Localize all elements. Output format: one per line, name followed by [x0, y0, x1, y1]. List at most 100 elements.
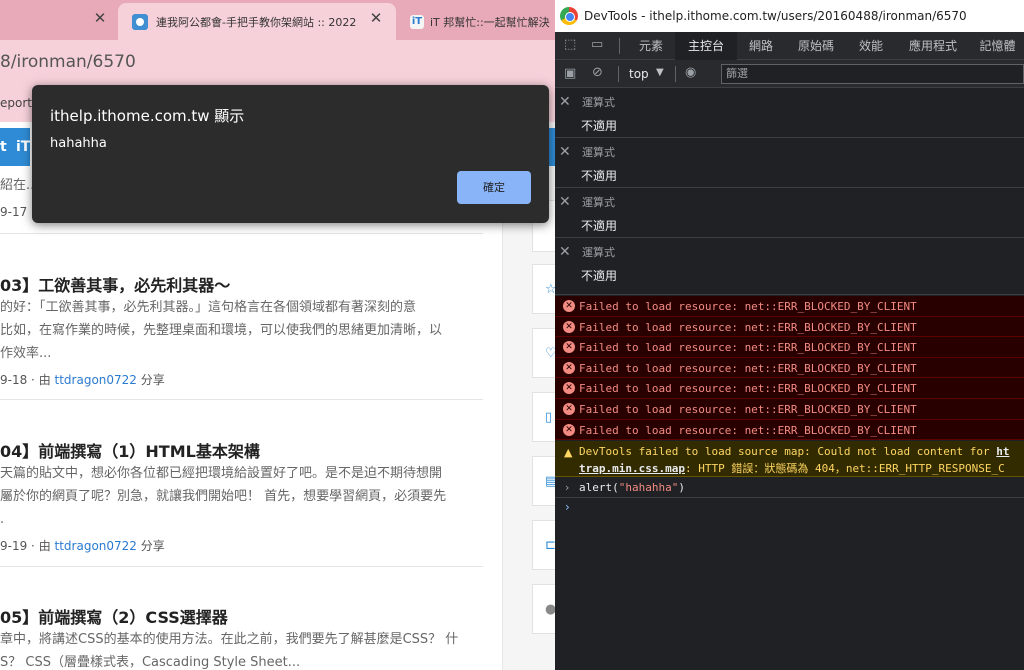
article-by: 由	[38, 373, 55, 387]
warning-message: DevTools failed to load source map: Coul…	[579, 445, 1009, 458]
console-warning: ▲ DevTools failed to load source map: Co…	[555, 441, 1024, 477]
divider	[0, 399, 483, 400]
error-message: Failed to load resource: net::ERR_BLOCKE…	[579, 382, 917, 396]
article-share: 分享	[136, 539, 165, 553]
command-close: )	[678, 481, 685, 494]
article-excerpt: 比如，在寫作業的時候，先整理桌面和環境，可以使我們的思緒更加清晰，以	[0, 323, 443, 338]
sidebar-toggle-icon[interactable]: ▣	[564, 66, 576, 81]
error-message: Failed to load resource: net::ERR_BLOCKE…	[579, 320, 917, 334]
command-fn: alert(	[579, 481, 619, 494]
warning-link[interactable]: ht	[996, 445, 1009, 458]
console-error: ✕ Failed to load resource: net::ERR_BLOC…	[555, 378, 1024, 399]
dropdown-arrow-icon[interactable]: ▼	[656, 67, 664, 78]
tab-performance[interactable]: 效能	[847, 32, 895, 60]
error-message: Failed to load resource: net::ERR_BLOCKE…	[579, 361, 917, 375]
warning-message: trap.min.css.map: HTTP 錯誤：狀態碼為 404，net::…	[579, 460, 1005, 476]
console-error: ✕ Failed to load resource: net::ERR_BLOC…	[555, 316, 1024, 338]
expression-label[interactable]: 運算式	[582, 94, 615, 110]
article-excerpt: 作效率...	[0, 346, 52, 361]
article-meta: 9-19 · 由 ttdragon0722 分享	[0, 537, 165, 554]
article-meta-date: 9-17 ·	[0, 205, 35, 219]
tab-network[interactable]: 網路	[737, 32, 785, 60]
error-message: Failed to load resource: net::ERR_BLOCKE…	[579, 403, 917, 416]
article-title[interactable]: 03】工欲善其事，必先利其器～	[0, 272, 230, 296]
remove-expression-icon[interactable]: ✕	[559, 94, 571, 110]
command-arg: "hahahha"	[618, 481, 679, 494]
site-favicon-icon	[132, 13, 148, 30]
alert-message: hahahha	[50, 136, 107, 151]
context-selector[interactable]: top	[629, 67, 649, 81]
console-error: ✕ Failed to load resource: net::ERR_BLOC…	[555, 296, 1024, 317]
console-error: ✕ Failed to load resource: net::ERR_BLOC…	[555, 399, 1024, 420]
doc-icon[interactable]: ▤	[545, 474, 555, 489]
article-excerpt: 天篇的貼文中，想必你各位都已經把環境給設置好了吧。是不是迫不期待想開	[0, 466, 443, 481]
filter-input[interactable]: 篩選	[721, 64, 1024, 84]
bookmark-icon[interactable]: ⊏	[545, 538, 555, 553]
live-expression-eye-icon[interactable]: ◉	[685, 65, 696, 80]
author-link[interactable]: ttdragon0722	[55, 539, 137, 553]
nav-item[interactable]: t	[0, 139, 7, 155]
remove-expression-icon[interactable]: ✕	[559, 194, 571, 210]
error-icon: ✕	[563, 423, 575, 436]
console-command: › alert("hahahha")	[555, 478, 1024, 498]
ithelp-favicon-icon: iT	[410, 14, 424, 29]
live-expression: ✕ 運算式 不適用	[555, 88, 1024, 138]
user-icon[interactable]: ●	[545, 602, 555, 617]
console-prompt[interactable]: ›	[555, 498, 1024, 518]
article-share: 分享	[136, 373, 165, 387]
separator	[675, 66, 676, 82]
address-text[interactable]: 8/ironman/6570	[0, 52, 136, 72]
tab-title: iT 邦幫忙::一起幫忙解決	[430, 15, 550, 29]
inspect-icon[interactable]: ⬚	[564, 37, 576, 52]
article-excerpt: 的好：「工欲善其事，必先利其器。」這句格言在各個領域都有著深刻的意	[0, 300, 417, 315]
tab-close-button[interactable]: ✕	[92, 10, 108, 26]
remove-expression-icon[interactable]: ✕	[559, 244, 571, 260]
error-icon: ✕	[563, 341, 575, 354]
error-icon: ✕	[563, 382, 575, 395]
article-date: 9-19 ·	[0, 539, 39, 553]
alert-ok-button[interactable]: 確定	[457, 171, 531, 204]
tab-sources[interactable]: 原始碼	[785, 32, 847, 60]
divider	[0, 233, 483, 234]
article-by: 由	[38, 539, 55, 553]
tab-memory[interactable]: 記憶體	[971, 32, 1024, 60]
article-title[interactable]: 05】前端撰寫（2）CSS選擇器	[0, 604, 228, 628]
expression-label[interactable]: 運算式	[582, 144, 615, 160]
article-meta: 9-18 · 由 ttdragon0722 分享	[0, 371, 165, 388]
remove-expression-icon[interactable]: ✕	[559, 144, 571, 160]
address-bar[interactable]: 8/ironman/6570	[0, 40, 555, 85]
tab-console[interactable]: 主控台	[675, 32, 737, 60]
star-icon[interactable]: ☆	[545, 282, 555, 297]
article-excerpt: S？ CSS（層疊樣式表，Cascading Style Sheet...	[0, 655, 301, 670]
command-text: alert("hahahha")	[579, 481, 685, 494]
nav-item[interactable]: iT	[16, 139, 30, 155]
tab-close-button[interactable]: ✕	[368, 10, 384, 26]
browser-tab[interactable]: iT iT 邦幫忙::一起幫忙解決	[404, 3, 555, 40]
warning-link[interactable]: trap.min.css.map	[579, 462, 685, 475]
console-error: ✕ Failed to load resource: net::ERR_BLOC…	[555, 419, 1024, 441]
browser-tab-active[interactable]: 連我阿公都會-手把手教你架網站 :: 2022	[118, 3, 396, 40]
alert-title: ithelp.ithome.com.tw 顯示	[50, 107, 245, 125]
devtools-window: DevTools - ithelp.ithome.com.tw/users/20…	[555, 0, 1024, 670]
article-title[interactable]: 04】前端撰寫（1）HTML基本架構	[0, 438, 260, 462]
thumb-icon[interactable]: ▯	[545, 410, 552, 425]
expression-label[interactable]: 運算式	[582, 194, 615, 210]
heart-icon[interactable]: ♡	[545, 346, 555, 361]
warning-icon: ▲	[564, 446, 573, 459]
expression-label[interactable]: 運算式	[582, 244, 615, 260]
tab-elements[interactable]: 元素	[627, 32, 675, 60]
separator	[619, 38, 620, 54]
expression-value: 不適用	[581, 269, 618, 283]
console-error: ✕ Failed to load resource: net::ERR_BLOC…	[555, 357, 1024, 379]
separator	[618, 66, 619, 82]
error-message: Failed to load resource: net::ERR_BLOCKE…	[579, 423, 917, 437]
author-link[interactable]: ttdragon0722	[55, 373, 137, 387]
error-icon: ✕	[563, 403, 575, 415]
clear-console-icon[interactable]: ⊘	[592, 65, 603, 80]
tab-application[interactable]: 應用程式	[895, 32, 971, 60]
tab-strip: ✕ 連我阿公都會-手把手教你架網站 :: 2022 ✕ iT iT 邦幫忙::一…	[0, 0, 555, 40]
live-expression: ✕ 運算式 不適用	[555, 188, 1024, 238]
prompt-chevron-icon: ›	[565, 500, 570, 514]
device-toggle-icon[interactable]: ▭	[591, 37, 603, 52]
live-expression: ✕ 運算式 不適用	[555, 138, 1024, 188]
